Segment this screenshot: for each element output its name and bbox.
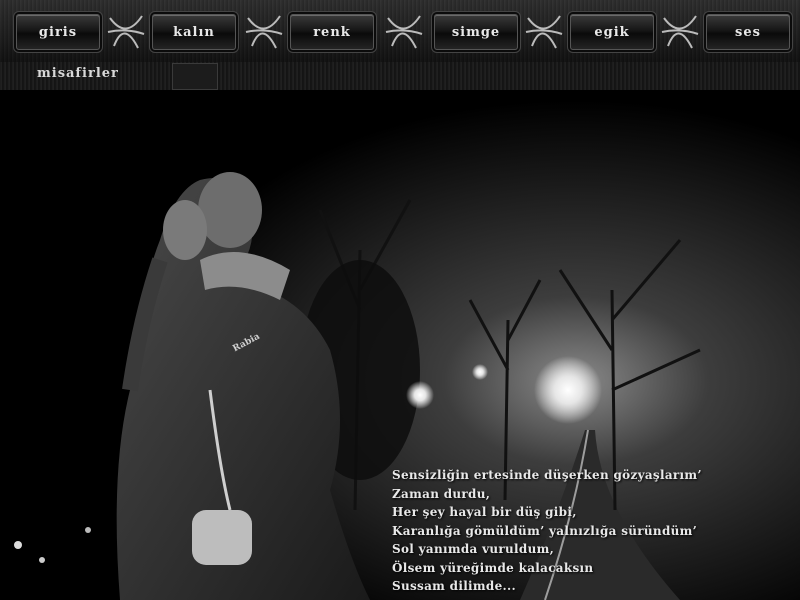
ornament-icon — [245, 15, 283, 49]
nav-ses-button[interactable]: ses — [706, 14, 790, 50]
nav-giris-button[interactable]: giris — [16, 14, 100, 50]
ornament-icon — [661, 15, 699, 49]
poem-line: Ölsem yüreğimde kalacaksın — [392, 560, 594, 575]
poem-line: Zaman durdu, — [392, 486, 491, 501]
ornament-icon — [107, 15, 145, 49]
poem-line: Sensizliğin ertesinde düşerken gözyaşlar… — [392, 468, 702, 482]
nav-renk-button[interactable]: renk — [290, 14, 374, 50]
guests-label: misafirler — [37, 66, 119, 81]
poem-line: Sol yanımda vuruldum, — [392, 542, 555, 556]
guests-bar — [0, 62, 800, 90]
nav-egik-button[interactable]: egik — [570, 14, 654, 50]
ornament-icon — [385, 15, 423, 49]
nav-kalin-button[interactable]: kalın — [152, 14, 236, 50]
nav-simge-button[interactable]: simge — [434, 14, 518, 50]
top-nav: giris kalın renk simge egik ses — [0, 0, 800, 62]
ornament-icon — [525, 15, 563, 49]
poem-text: Sensizliğin ertesinde düşerken gözyaşlar… — [392, 466, 702, 596]
poem-line: Karanlığa gömüldüm’ yalnızlığa süründüm’ — [392, 523, 698, 538]
poem-line: Her şey hayal bir düş gibi, — [392, 505, 577, 519]
poem-line: Sussam dilimde... — [392, 579, 516, 593]
guests-counter — [172, 63, 218, 90]
